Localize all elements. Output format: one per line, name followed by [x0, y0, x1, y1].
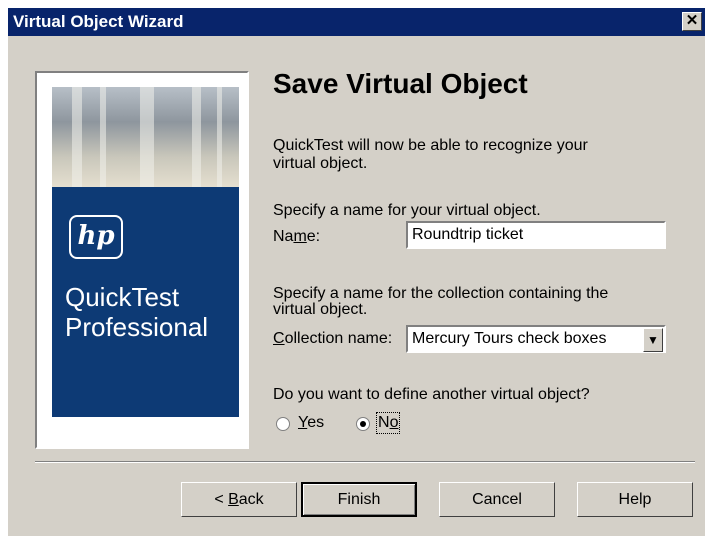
name-field[interactable]: Roundtrip ticket [406, 221, 666, 249]
no-label-mnemonic: o [389, 414, 399, 431]
collection-label-mnemonic: C [273, 330, 285, 347]
window-title: Virtual Object Wizard [13, 12, 184, 31]
name-prompt: Specify a name for your virtual object. [273, 202, 541, 219]
yes-radio[interactable] [276, 417, 290, 431]
finish-button[interactable]: Finish [301, 482, 417, 517]
name-label: Name: [273, 228, 321, 245]
product-name: QuickTest Professional [65, 282, 208, 342]
intro-text-line2: virtual object. [273, 155, 368, 172]
page-title: Save Virtual Object [273, 68, 528, 99]
title-bar: Virtual Object Wizard ✕ [8, 8, 705, 36]
yes-radio-label[interactable]: Yes [298, 414, 324, 432]
name-label-mnemonic: m [293, 228, 307, 245]
no-radio-label[interactable]: No [375, 412, 401, 434]
virtual-object-wizard-dialog: Virtual Object Wizard ✕ hp QuickTest Pro… [8, 8, 705, 536]
hp-logo: hp [69, 215, 123, 259]
collection-label: Collection name: [273, 330, 393, 347]
close-button[interactable]: ✕ [682, 12, 702, 31]
help-button[interactable]: Help [577, 482, 693, 517]
banner-photo [52, 87, 239, 187]
intro-text-line1: QuickTest will now be able to recognize … [273, 137, 588, 154]
collection-name-select[interactable]: Mercury Tours check boxes ▼ [406, 325, 666, 353]
back-button[interactable]: < Back [181, 482, 297, 517]
another-object-prompt: Do you want to define another virtual ob… [273, 386, 590, 403]
yes-label-mnemonic: Y [298, 414, 308, 431]
no-radio[interactable] [356, 417, 370, 431]
product-name-line2: Professional [65, 312, 209, 342]
collection-prompt-line2: virtual object. [273, 301, 368, 318]
banner-brand-panel: hp QuickTest Professional [52, 187, 239, 417]
cancel-button[interactable]: Cancel [439, 482, 555, 517]
product-name-line1: QuickTest [65, 282, 180, 312]
back-mnemonic: B [228, 491, 239, 508]
chevron-down-icon[interactable]: ▼ [643, 328, 663, 352]
wizard-banner: hp QuickTest Professional [35, 71, 249, 449]
collection-name-value: Mercury Tours check boxes [412, 330, 607, 347]
separator [35, 461, 695, 463]
